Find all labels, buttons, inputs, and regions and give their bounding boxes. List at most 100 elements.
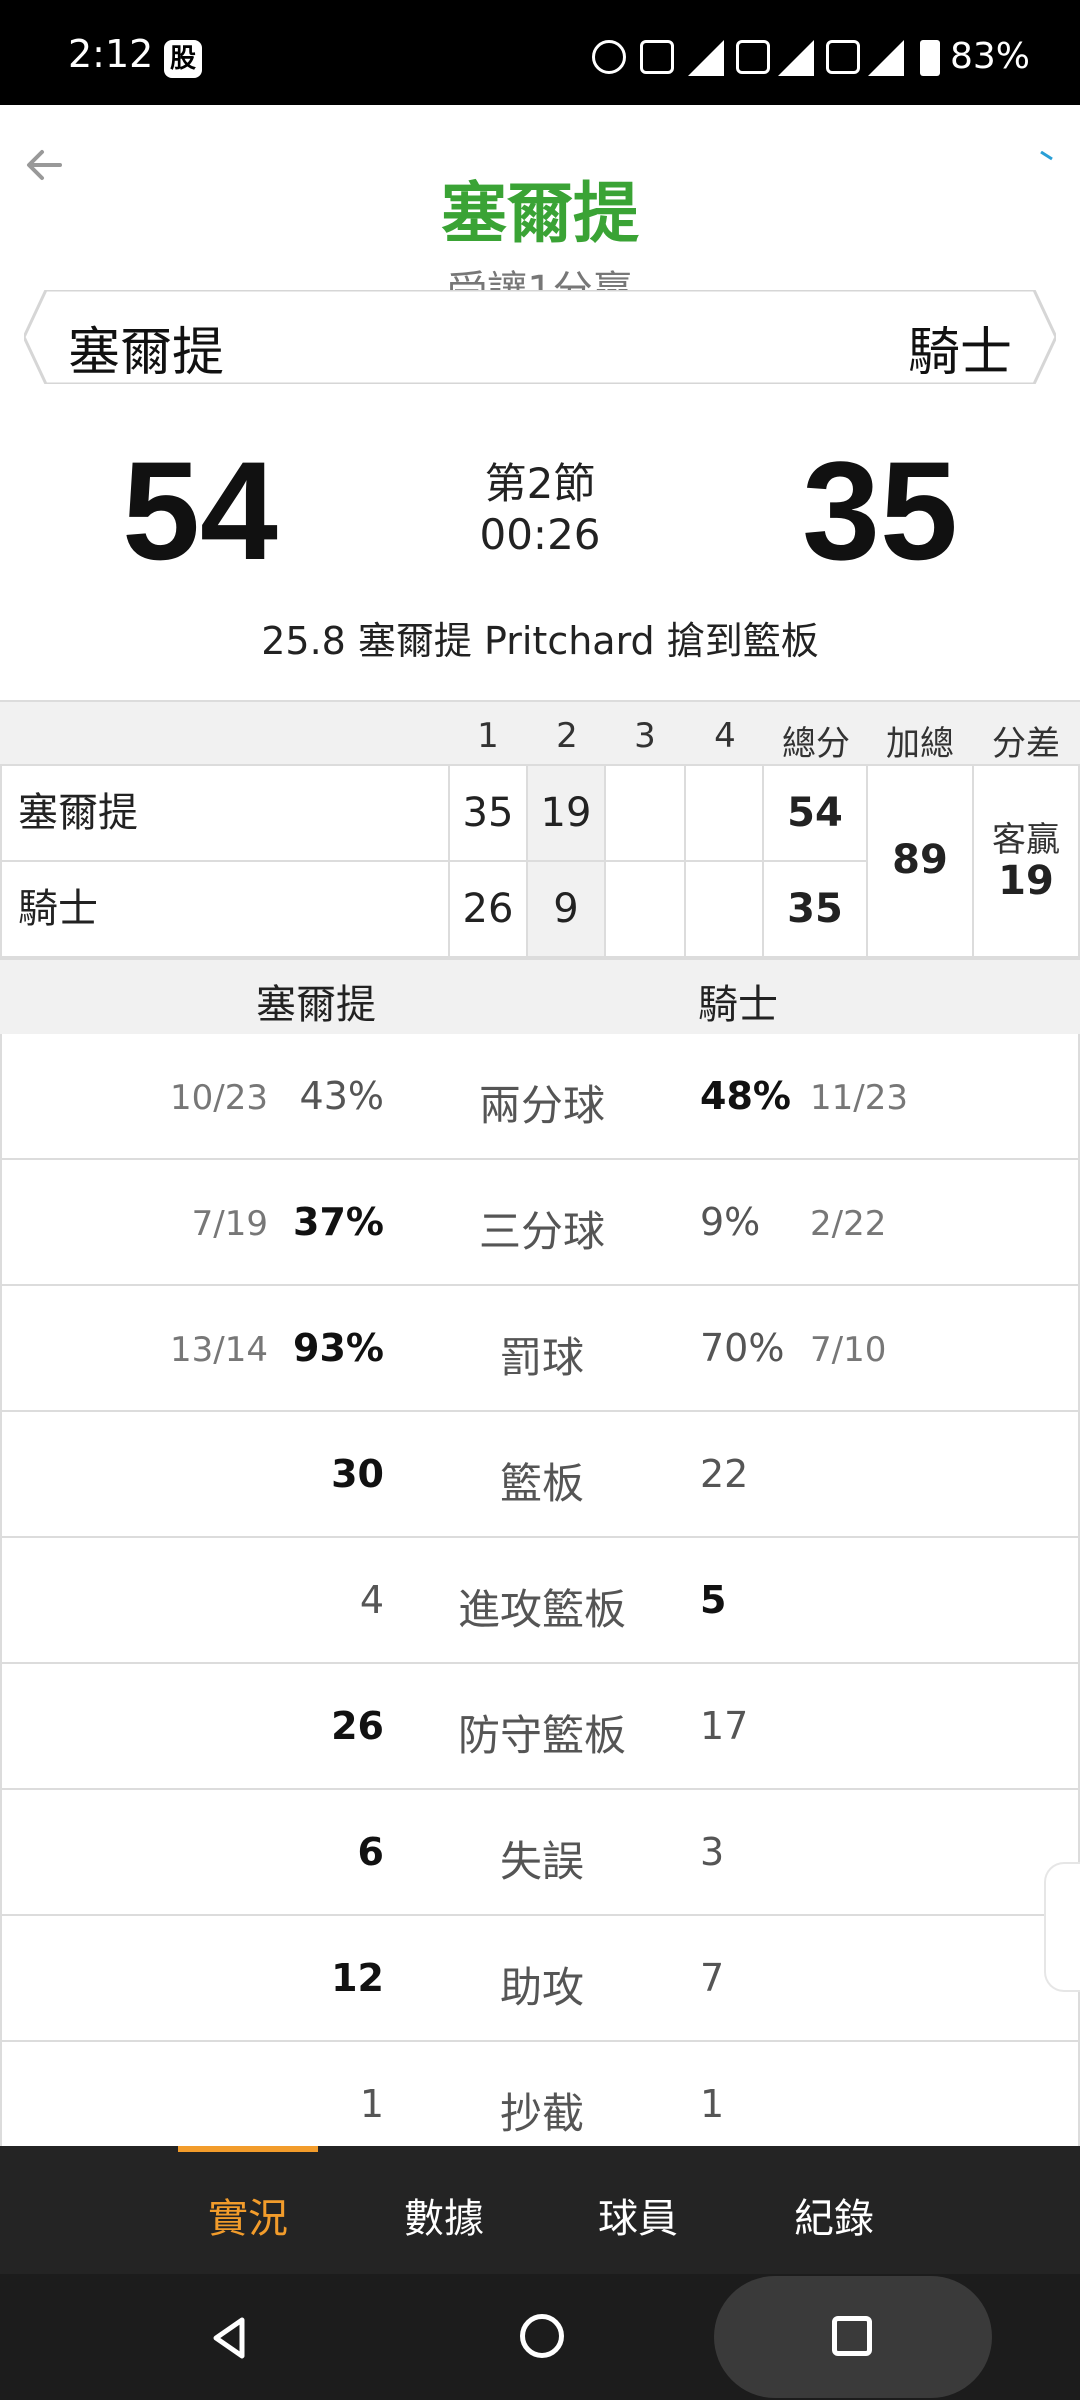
home-q3 (606, 766, 686, 862)
home-team-name[interactable]: 塞爾提 (68, 310, 224, 385)
combined-total: 89 (868, 766, 974, 958)
away-stat-value: 9% (700, 1200, 761, 1244)
away-q2: 9 (528, 862, 606, 958)
tab-records[interactable]: 紀錄 (754, 2186, 914, 2244)
stock-app-badge: 股 (164, 40, 202, 78)
game-clock: 00:26 (479, 510, 601, 559)
signal-icon (868, 40, 904, 76)
stats-home-team: 塞爾提 (256, 982, 376, 1028)
away-stat-value: 22 (700, 1452, 749, 1496)
away-q4 (686, 862, 764, 958)
away-stat-fraction: 11/23 (810, 1078, 908, 1118)
auto-hz-icon (640, 40, 674, 74)
side-drawer-handle[interactable] (1044, 1862, 1080, 1992)
home-q1: 35 (450, 766, 528, 862)
stat-row-assists: 12 助攻 7 (2, 1916, 1078, 2042)
home-stat-fraction: 10/23 (170, 1078, 268, 1118)
away-stat-value: 3 (700, 1830, 725, 1874)
header-q3: 3 (634, 716, 656, 756)
away-stat-fraction: 7/10 (810, 1330, 887, 1370)
stat-row-offensive-rebounds: 4 進攻籃板 5 (2, 1538, 1078, 1664)
game-live-page: 2:12 股 83% 塞爾提 受讓1分贏 塞爾提 騎士 54 第2節 00:26 (0, 0, 1080, 2400)
back-triangle-icon[interactable] (206, 2314, 254, 2362)
home-stat-value: 30 (331, 1452, 384, 1496)
quarter-table: 塞爾提 35 19 54 騎士 26 9 35 89 客贏 19 (0, 766, 1080, 960)
stats-header: 塞爾提 騎士 (0, 960, 1080, 1034)
stat-row-two-pointers: 10/23 43% 兩分球 48% 11/23 (2, 1034, 1078, 1160)
alarm-icon (592, 40, 626, 74)
home-stat-value: 1 (359, 2082, 384, 2126)
home-score: 54 (122, 432, 278, 589)
home-q4 (686, 766, 764, 862)
stat-row-steals: 1 抄截 1 (2, 2042, 1078, 2146)
stat-label: 助攻 (499, 1963, 584, 2012)
point-diff-value: 19 (998, 858, 1054, 904)
away-team-name[interactable]: 騎士 (908, 310, 1012, 385)
home-stat-value: 6 (357, 1830, 384, 1874)
home-q2: 19 (528, 766, 606, 862)
team-bar: 塞爾提 騎士 (24, 290, 1056, 384)
header-q4: 4 (714, 716, 736, 756)
away-stat-value: 70% (700, 1326, 785, 1370)
home-stat-value: 12 (331, 1956, 384, 2000)
battery-icon (920, 40, 940, 76)
tab-players[interactable]: 球員 (558, 2186, 718, 2244)
stat-row-turnovers: 6 失誤 3 (2, 1790, 1078, 1916)
home-stat-value: 26 (331, 1704, 384, 1748)
home-team-cell: 塞爾提 (0, 766, 450, 862)
match-title: 塞爾提 (441, 175, 639, 252)
tab-stats[interactable]: 數據 (364, 2186, 524, 2244)
away-q3 (606, 862, 686, 958)
signal-icon (778, 40, 814, 76)
away-stat-value: 17 (700, 1704, 749, 1748)
corner-mark-icon (1040, 146, 1054, 161)
status-bar: 2:12 股 83% (0, 0, 1080, 105)
away-stat-value: 48% (700, 1074, 791, 1118)
stat-label: 防守籃板 (457, 1711, 626, 1760)
home-stat-value: 93% (293, 1326, 384, 1370)
stat-label: 進攻籃板 (457, 1585, 626, 1634)
stat-label: 抄截 (499, 2089, 584, 2138)
home-total: 54 (764, 766, 868, 862)
last-play-text: 25.8 塞爾提 Pritchard 搶到籃板 (261, 619, 819, 663)
stat-row-free-throws: 13/14 93% 罰球 70% 7/10 (2, 1286, 1078, 1412)
stat-label: 兩分球 (478, 1081, 605, 1130)
home-stat-fraction: 7/19 (191, 1204, 268, 1244)
tab-live[interactable]: 實況 (168, 2186, 328, 2244)
away-q1: 26 (450, 862, 528, 958)
volte-lte-icon (736, 40, 770, 74)
header-diff: 分差 (992, 724, 1060, 764)
bottom-tab-bar: 實況 數據 球員 紀錄 (0, 2146, 1080, 2274)
away-total: 35 (764, 862, 868, 958)
stats-list[interactable]: 10/23 43% 兩分球 48% 11/23 7/19 37% 三分球 9% … (0, 1034, 1080, 2146)
header-q2: 2 (556, 716, 578, 756)
stat-label: 失誤 (499, 1837, 584, 1886)
stat-label: 三分球 (478, 1207, 605, 1256)
point-diff-label: 客贏 (992, 820, 1060, 860)
home-stat-value: 43% (299, 1074, 384, 1118)
home-circle-icon[interactable] (520, 2314, 564, 2358)
away-stat-value: 7 (700, 1956, 725, 2000)
away-stat-fraction: 2/22 (810, 1204, 887, 1244)
recents-square-icon[interactable] (832, 2316, 872, 2356)
point-diff-cell: 客贏 19 (974, 766, 1080, 958)
system-nav-bar (0, 2274, 1080, 2400)
stat-label: 籃板 (499, 1459, 584, 1508)
wifi-6-icon (688, 40, 724, 76)
home-stat-value: 4 (359, 1578, 384, 1622)
home-stat-value: 37% (293, 1200, 384, 1244)
battery-percent: 83% (950, 36, 1031, 77)
away-stat-value: 5 (700, 1578, 727, 1622)
header-sum: 加總 (886, 724, 954, 764)
status-time: 2:12 (68, 32, 154, 76)
away-team-cell: 騎士 (0, 862, 450, 958)
quarter-table-header: 1 2 3 4 總分 加總 分差 (0, 700, 1080, 766)
stat-row-rebounds: 30 籃板 22 (2, 1412, 1078, 1538)
stat-row-three-pointers: 7/19 37% 三分球 9% 2/22 (2, 1160, 1078, 1286)
away-stat-value: 1 (700, 2082, 725, 2126)
away-score: 35 (802, 432, 958, 589)
stat-row-defensive-rebounds: 26 防守籃板 17 (2, 1664, 1078, 1790)
stat-label: 罰球 (499, 1333, 584, 1382)
game-period: 第2節 (484, 459, 596, 508)
active-tab-indicator (178, 2146, 318, 2152)
